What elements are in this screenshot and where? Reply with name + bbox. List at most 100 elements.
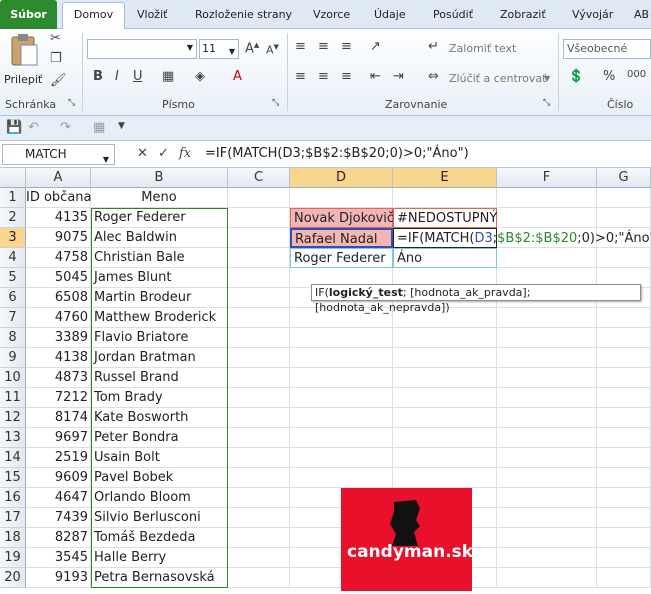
column-header-b[interactable]: B xyxy=(91,168,228,188)
cell-e4[interactable]: Áno xyxy=(393,248,497,268)
cell[interactable] xyxy=(393,188,497,208)
tab-view[interactable]: Zobraziť xyxy=(500,8,546,21)
cell-name[interactable]: Usain Bolt xyxy=(91,448,228,468)
cell-d3[interactable]: Rafael Nadal xyxy=(290,228,393,248)
undo-icon[interactable]: ↶ xyxy=(28,120,39,135)
cell[interactable] xyxy=(228,408,290,428)
cell[interactable] xyxy=(228,508,290,528)
cell[interactable] xyxy=(228,528,290,548)
cell[interactable] xyxy=(228,288,290,308)
fill-color-icon[interactable]: ◈ xyxy=(195,69,205,84)
cell[interactable] xyxy=(393,328,497,348)
cell[interactable] xyxy=(597,408,651,428)
cell[interactable] xyxy=(290,468,393,488)
cell[interactable] xyxy=(228,568,290,588)
cell[interactable] xyxy=(597,368,651,388)
row-header[interactable]: 5 xyxy=(0,268,26,288)
font-color-icon[interactable]: A xyxy=(233,69,242,84)
cell-name[interactable]: Petra Bernasovská xyxy=(91,568,228,588)
copy-icon[interactable]: ❐ xyxy=(50,51,62,66)
cell-name[interactable]: Orlando Bloom xyxy=(91,488,228,508)
cell-name[interactable]: Alec Baldwin xyxy=(91,228,228,248)
cell[interactable] xyxy=(290,448,393,468)
tab-ab[interactable]: AB xyxy=(634,8,649,21)
number-format-select[interactable]: Všeobecné xyxy=(563,39,651,59)
align-bottom-icon[interactable]: ≡ xyxy=(341,39,352,54)
cell[interactable] xyxy=(228,448,290,468)
align-right-icon[interactable]: ≡ xyxy=(341,69,352,84)
cell[interactable] xyxy=(290,188,393,208)
cell[interactable] xyxy=(290,368,393,388)
wrap-text-button[interactable]: Zalomiť text xyxy=(449,42,516,55)
cell[interactable] xyxy=(497,528,597,548)
row-header[interactable]: 2 xyxy=(0,208,26,228)
cell[interactable] xyxy=(597,428,651,448)
row-header[interactable]: 20 xyxy=(0,568,26,588)
cell[interactable] xyxy=(497,208,597,228)
currency-icon[interactable]: 💲 xyxy=(568,69,584,84)
cut-icon[interactable]: ✂ xyxy=(50,31,61,46)
insert-function-icon[interactable]: fx xyxy=(179,146,191,161)
header-name[interactable]: Meno xyxy=(91,188,228,208)
cell[interactable] xyxy=(497,308,597,328)
cell[interactable] xyxy=(597,488,651,508)
cell-name[interactable]: Jordan Bratman xyxy=(91,348,228,368)
cell[interactable] xyxy=(497,428,597,448)
column-header-d[interactable]: D xyxy=(290,168,393,188)
column-header-f[interactable]: F xyxy=(497,168,597,188)
wrap-text-icon[interactable]: ↵ xyxy=(428,39,439,54)
column-header-a[interactable]: A xyxy=(26,168,91,188)
cell[interactable] xyxy=(497,448,597,468)
cell[interactable] xyxy=(228,488,290,508)
row-header[interactable]: 7 xyxy=(0,308,26,328)
dialog-launcher-icon[interactable]: ⤡ xyxy=(272,98,279,108)
redo-icon[interactable]: ↷ xyxy=(60,120,71,135)
cell[interactable] xyxy=(393,348,497,368)
cell-id[interactable]: 9697 xyxy=(26,428,91,448)
cell[interactable] xyxy=(597,388,651,408)
row-header[interactable]: 17 xyxy=(0,508,26,528)
row-header[interactable]: 8 xyxy=(0,328,26,348)
cell-d4[interactable]: Roger Federer xyxy=(290,248,393,268)
cell-name[interactable]: Kate Bosworth xyxy=(91,408,228,428)
row-header[interactable]: 9 xyxy=(0,348,26,368)
cell[interactable] xyxy=(228,208,290,228)
column-header-c[interactable]: C xyxy=(228,168,290,188)
italic-icon[interactable]: I xyxy=(115,69,119,84)
cell[interactable] xyxy=(597,248,651,268)
cell-id[interactable]: 5045 xyxy=(26,268,91,288)
cell[interactable] xyxy=(228,328,290,348)
row-header[interactable]: 6 xyxy=(0,288,26,308)
cell-id[interactable]: 4647 xyxy=(26,488,91,508)
cell-id[interactable]: 3389 xyxy=(26,328,91,348)
cell[interactable] xyxy=(497,188,597,208)
cell-name[interactable]: Martin Brodeur xyxy=(91,288,228,308)
cell[interactable] xyxy=(393,368,497,388)
cell[interactable] xyxy=(497,488,597,508)
cell[interactable] xyxy=(497,508,597,528)
cell-name[interactable]: Pavel Bobek xyxy=(91,468,228,488)
cell[interactable] xyxy=(597,208,651,228)
cell[interactable] xyxy=(290,348,393,368)
bold-icon[interactable]: B xyxy=(93,69,103,84)
column-header-g[interactable]: G xyxy=(597,168,651,188)
tab-page-layout[interactable]: Rozloženie strany xyxy=(195,8,292,21)
row-header[interactable]: 18 xyxy=(0,528,26,548)
cell[interactable] xyxy=(393,408,497,428)
cell-id[interactable]: 9609 xyxy=(26,468,91,488)
tab-file[interactable]: Súbor xyxy=(0,0,57,29)
tab-insert[interactable]: Vložiť xyxy=(137,8,167,21)
cell-name[interactable]: Halle Berry xyxy=(91,548,228,568)
cell[interactable] xyxy=(597,328,651,348)
save-icon[interactable]: 💾 xyxy=(6,120,22,135)
font-name-select[interactable]: ▼ xyxy=(87,39,197,59)
cell[interactable] xyxy=(393,448,497,468)
cell-id[interactable]: 4873 xyxy=(26,368,91,388)
row-header[interactable]: 16 xyxy=(0,488,26,508)
tab-formulas[interactable]: Vzorce xyxy=(313,8,350,21)
merge-center-icon[interactable]: ⇔ xyxy=(428,69,439,84)
tab-home[interactable]: Domov xyxy=(62,2,125,30)
row-header[interactable]: 14 xyxy=(0,448,26,468)
cell[interactable] xyxy=(597,348,651,368)
table-icon[interactable]: ▦ xyxy=(93,120,105,135)
